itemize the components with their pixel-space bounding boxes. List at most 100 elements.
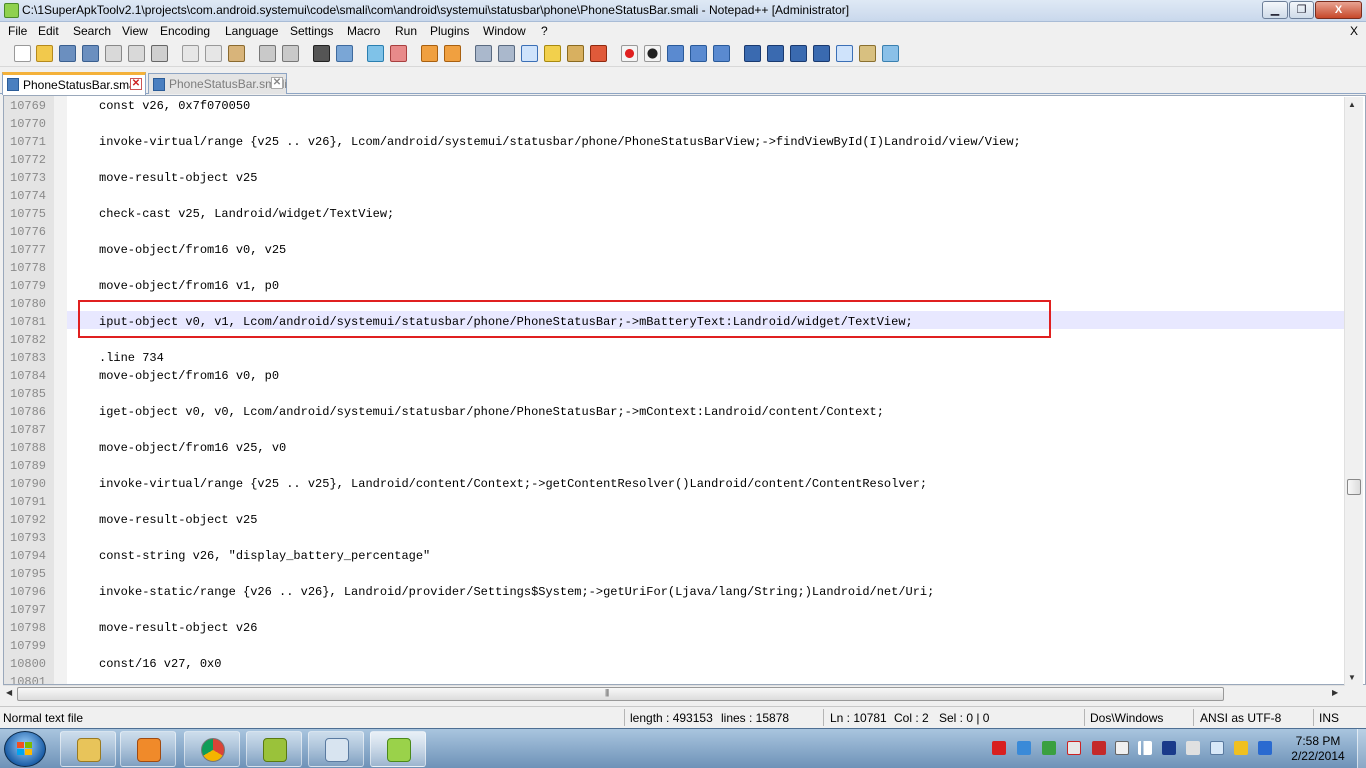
tools-tray-icon[interactable] (1234, 741, 1248, 755)
stop-macro-icon[interactable] (644, 45, 661, 62)
show-all-chars-icon[interactable] (498, 45, 515, 62)
replace-icon[interactable] (336, 45, 353, 62)
code-line[interactable]: const/16 v27, 0x0 (99, 655, 221, 673)
print-icon[interactable] (151, 45, 168, 62)
taskbar-apktool[interactable] (246, 731, 302, 767)
vertical-scrollbar[interactable]: ▲ ▼ (1344, 97, 1363, 686)
close-icon[interactable] (105, 45, 122, 62)
taskbar-explorer[interactable] (60, 731, 116, 767)
code-line[interactable]: move-object/from16 v1, p0 (99, 277, 279, 295)
scroll-right-icon[interactable]: ▶ (1332, 688, 1338, 697)
code-line[interactable]: const-string v26, "display_battery_perce… (99, 547, 430, 565)
taskbar-media-player[interactable] (120, 731, 176, 767)
taskbar-paint[interactable] (308, 731, 364, 767)
sync-v-icon[interactable] (421, 45, 438, 62)
function-list-icon[interactable] (567, 45, 584, 62)
toggle-bookmark-icon[interactable] (790, 45, 807, 62)
menu-window[interactable]: Window (483, 24, 526, 38)
code-line[interactable]: move-result-object v25 (99, 169, 257, 187)
system-clock[interactable]: 7:58 PM 2/22/2014 (1280, 734, 1356, 764)
copy-icon[interactable] (205, 45, 222, 62)
bluetooth-tray-icon[interactable] (1162, 741, 1176, 755)
taskbar-notepadpp[interactable] (370, 731, 426, 767)
tab-phonestatusbar-inactive[interactable]: PhoneStatusBar.smali ✕ (148, 73, 287, 94)
menu-macro[interactable]: Macro (347, 24, 380, 38)
update-tray-icon[interactable] (1258, 741, 1272, 755)
scroll-left-icon[interactable]: ◀ (6, 688, 12, 697)
code-line[interactable]: move-object/from16 v0, v25 (99, 241, 286, 259)
code-line[interactable]: check-cast v25, Landroid/widget/TextView… (99, 205, 394, 223)
spell-options-icon[interactable] (813, 45, 830, 62)
network-tray-icon[interactable] (1042, 741, 1056, 755)
prev-bookmark-icon[interactable] (744, 45, 761, 62)
save-icon[interactable] (59, 45, 76, 62)
find-icon[interactable] (313, 45, 330, 62)
paste-icon[interactable] (228, 45, 245, 62)
code-line[interactable]: move-object/from16 v25, v0 (99, 439, 286, 457)
menu-plugins[interactable]: Plugins (430, 24, 469, 38)
menu-language[interactable]: Language (225, 24, 278, 38)
new-icon[interactable] (14, 45, 31, 62)
menu-encoding[interactable]: Encoding (160, 24, 210, 38)
spell-language-icon[interactable] (882, 45, 899, 62)
tab-close-icon[interactable]: ✕ (130, 78, 142, 90)
redo-icon[interactable] (282, 45, 299, 62)
menu-settings[interactable]: Settings (290, 24, 333, 38)
next-bookmark-icon[interactable] (767, 45, 784, 62)
code-line[interactable]: move-result-object v26 (99, 619, 257, 637)
spellcheck-icon[interactable] (836, 45, 853, 62)
code-line[interactable]: invoke-virtual/range {v25 .. v26}, Lcom/… (99, 133, 1021, 151)
code-line[interactable]: invoke-virtual/range {v25 .. v25}, Landr… (99, 475, 927, 493)
show-desktop-button[interactable] (1357, 729, 1366, 768)
code-line[interactable]: move-result-object v25 (99, 511, 257, 529)
menu-help[interactable]: ? (541, 24, 548, 38)
scroll-up-icon[interactable]: ▲ (1348, 100, 1356, 109)
save-all-icon[interactable] (82, 45, 99, 62)
menu-run[interactable]: Run (395, 24, 417, 38)
spell-auto-icon[interactable] (859, 45, 876, 62)
run-macro-multiple-icon[interactable] (690, 45, 707, 62)
horizontal-scroll-thumb[interactable] (17, 687, 1224, 701)
menu-search[interactable]: Search (73, 24, 111, 38)
fold-margin[interactable] (54, 96, 67, 684)
word-wrap-icon[interactable] (475, 45, 492, 62)
display-tray-icon[interactable] (1210, 741, 1224, 755)
signal-tray-icon[interactable] (1138, 741, 1152, 755)
play-macro-icon[interactable] (667, 45, 684, 62)
menu-view[interactable]: View (122, 24, 148, 38)
record-macro-icon[interactable] (621, 45, 638, 62)
code-line[interactable]: const v26, 0x7f070050 (99, 97, 250, 115)
notepadpp-app-icon[interactable] (4, 3, 19, 18)
flag-tray-icon[interactable] (1092, 741, 1106, 755)
undo-icon[interactable] (259, 45, 276, 62)
close-document-button[interactable]: X (1350, 24, 1358, 38)
close-window-button[interactable]: X (1315, 1, 1362, 19)
sync-h-icon[interactable] (444, 45, 461, 62)
open-icon[interactable] (36, 45, 53, 62)
doc-map-icon[interactable] (544, 45, 561, 62)
dropbox-tray-icon[interactable] (1017, 741, 1031, 755)
indent-guide-icon[interactable] (521, 45, 538, 62)
maximize-button[interactable]: ❐ (1289, 1, 1314, 19)
code-line[interactable]: move-object/from16 v0, p0 (99, 367, 279, 385)
antivirus-tray-icon[interactable] (992, 741, 1006, 755)
zoom-out-icon[interactable] (390, 45, 407, 62)
code-line[interactable]: invoke-static/range {v26 .. v26}, Landro… (99, 583, 934, 601)
usb-tray-icon[interactable] (1115, 741, 1129, 755)
folder-workspace-icon[interactable] (590, 45, 607, 62)
tab-close-icon[interactable]: ✕ (271, 77, 283, 89)
editor-area[interactable]: 10769 const v26, 0x7f070050 10770 10771 invo… (3, 95, 1366, 685)
horizontal-scrollbar[interactable]: ◀ ||| ▶ (3, 685, 1344, 702)
tab-phonestatusbar-active[interactable]: PhoneStatusBar.smali ✕ (2, 72, 146, 95)
vertical-scroll-thumb[interactable] (1347, 479, 1361, 495)
code-line[interactable]: .line 734 (99, 349, 164, 367)
volume-tray-icon[interactable] (1186, 741, 1200, 755)
cut-icon[interactable] (182, 45, 199, 62)
menu-file[interactable]: File (8, 24, 27, 38)
code-line[interactable]: iget-object v0, v0, Lcom/android/systemu… (99, 403, 884, 421)
minimize-button[interactable]: ▁ (1262, 1, 1288, 19)
scroll-down-icon[interactable]: ▼ (1348, 673, 1356, 682)
close-all-icon[interactable] (128, 45, 145, 62)
menu-edit[interactable]: Edit (38, 24, 59, 38)
zoom-in-icon[interactable] (367, 45, 384, 62)
